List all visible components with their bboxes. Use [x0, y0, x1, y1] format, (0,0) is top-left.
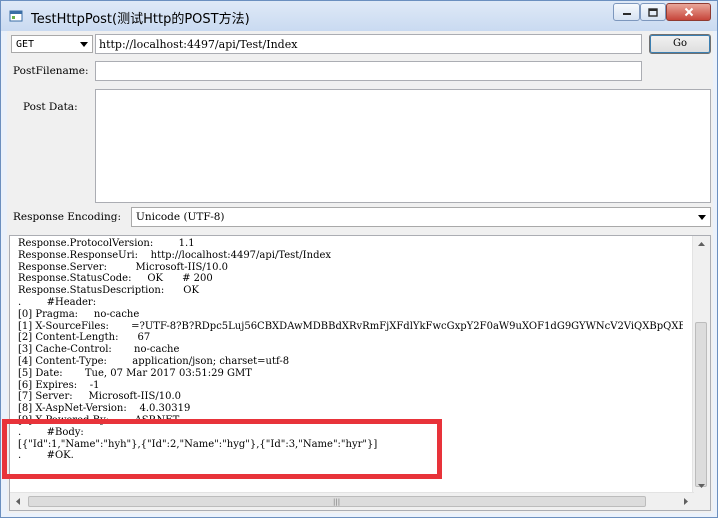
url-value: http://localhost:4497/api/Test/Index [99, 38, 298, 51]
horizontal-scroll-thumb[interactable]: ||| [28, 496, 646, 507]
app-window-icon [9, 10, 23, 22]
response-encoding-label: Response Encoding: [13, 211, 121, 223]
response-line: Response.StatusCode: OK # 200 [18, 273, 213, 285]
response-line: [6] Expires: -1 [18, 379, 100, 391]
url-input[interactable]: http://localhost:4497/api/Test/Index [95, 34, 642, 54]
scroll-up-icon[interactable] [693, 236, 710, 252]
minimize-button[interactable] [613, 3, 640, 21]
post-data-label: Post Data: [23, 101, 78, 113]
response-line: Response.StatusDescription: OK [18, 285, 199, 297]
go-button[interactable]: Go [649, 34, 711, 54]
response-line: . #Header: [18, 296, 97, 308]
encoding-value: Unicode (UTF-8) [136, 211, 225, 223]
close-icon [684, 7, 693, 17]
maximize-button[interactable] [640, 3, 666, 21]
method-select[interactable]: GET [11, 35, 93, 53]
response-line: [2] Content-Length: 67 [18, 332, 151, 344]
post-data-textarea[interactable] [95, 89, 711, 203]
minimize-icon [622, 13, 631, 15]
title-bar[interactable]: TestHttpPost(测试Http的POST方法) [1, 1, 717, 31]
horizontal-scrollbar[interactable]: ||| [10, 492, 694, 510]
response-line: [4] Content-Type: application/json; char… [18, 355, 290, 367]
maximize-icon [648, 7, 658, 17]
close-button[interactable] [666, 3, 711, 21]
encoding-select[interactable]: Unicode (UTF-8) [131, 207, 711, 227]
grip-icon: ||| [333, 498, 341, 506]
response-line: [8] X-AspNet-Version: 4.0.30319 [18, 403, 191, 415]
method-value: GET [16, 39, 35, 50]
window-title: TestHttpPost(测试Http的POST方法) [31, 12, 250, 27]
response-line: [7] Server: Microsoft-IIS/10.0 [18, 391, 181, 403]
response-line: Response.ResponseUri: http://localhost:4… [18, 249, 332, 261]
vertical-scroll-thumb[interactable] [695, 322, 707, 487]
chevron-down-icon[interactable] [80, 42, 88, 47]
chevron-down-icon[interactable] [698, 215, 706, 220]
response-line: Response.Server: Microsoft-IIS/10.0 [18, 261, 229, 273]
scroll-corner [693, 493, 710, 510]
post-filename-input[interactable] [95, 61, 642, 81]
post-filename-label: PostFilename: [13, 65, 89, 77]
response-line: [5] Date: Tue, 07 Mar 2017 03:51:29 GMT [18, 367, 252, 379]
response-line: Response.ProtocolVersion: 1.1 [18, 238, 195, 249]
response-line: [1] X-SourceFiles: =?UTF-8?B?RDpc5Luj56C… [18, 320, 683, 332]
vertical-scrollbar[interactable] [692, 236, 710, 494]
response-line: [0] Pragma: no-cache [18, 308, 140, 320]
response-line: [3] Cache-Control: no-cache [18, 344, 180, 356]
body-highlight-box [2, 419, 442, 479]
scroll-right-icon[interactable] [678, 493, 694, 510]
app-window: TestHttpPost(测试Http的POST方法) GET http://l… [0, 0, 718, 518]
scroll-left-icon[interactable] [10, 493, 26, 510]
scroll-down-icon[interactable] [693, 478, 710, 494]
